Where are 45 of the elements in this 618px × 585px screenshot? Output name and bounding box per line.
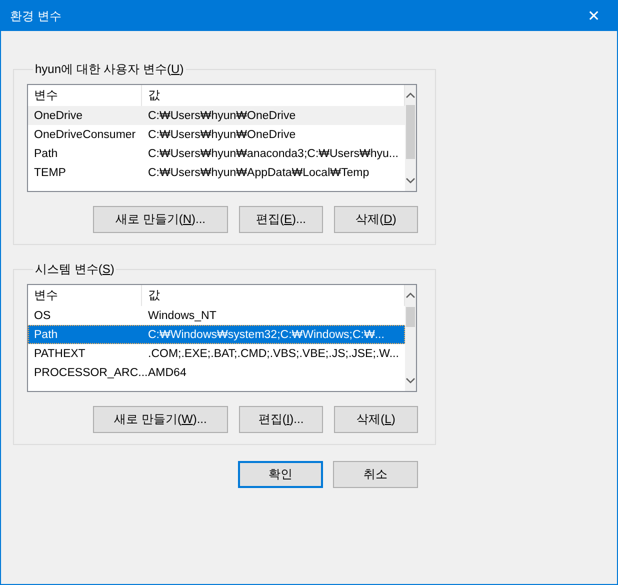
variable-name: Path: [33, 328, 59, 340]
group-title: 시스템 변수(S): [34, 261, 116, 278]
action-button[interactable]: 새로 만들기(N)...: [93, 206, 228, 233]
variable-name: TEMP: [33, 166, 67, 178]
action-button[interactable]: 편집(E)...: [239, 206, 323, 233]
variable-value: C:₩Users₩hyun₩OneDrive: [147, 128, 297, 140]
group-title: hyun에 대한 사용자 변수(U): [34, 61, 185, 78]
column-header[interactable]: 변수: [28, 285, 142, 306]
variable-name: PATHEXT: [33, 348, 86, 360]
variable-value: C:₩Users₩hyun₩anaconda3;C:₩Users₩hyu...: [147, 148, 400, 160]
list-row[interactable]: TEMP C:₩Users₩hyun₩AppData₩Local₩Temp: [28, 163, 405, 182]
window-title: 환경 변수: [10, 8, 62, 24]
variable-value: Windows_NT: [147, 310, 218, 322]
scroll-down-icon[interactable]: [406, 378, 415, 384]
scroll-down-icon[interactable]: [406, 178, 415, 184]
action-button[interactable]: 편집(I)...: [239, 406, 323, 433]
list-row[interactable]: PROCESSOR_ARC...AMD64: [28, 363, 405, 382]
variable-value: C:₩Users₩hyun₩AppData₩Local₩Temp: [147, 166, 370, 178]
variable-name: OS: [33, 310, 52, 322]
variable-value: C:₩Users₩hyun₩OneDrive: [147, 110, 297, 122]
scrollbar[interactable]: [404, 285, 416, 391]
variable-list[interactable]: 변수 값 OneDrive C:₩Users₩hyun₩OneDrive OneDriveConsumer C:₩Users₩hyun₩OneDrive Path C:₩Users₩hyun₩anaconda3;C:₩Users₩hyu... TEMP C:₩Users₩hyun₩AppData₩Local₩Temp: [27, 84, 417, 192]
action-button[interactable]: 삭제(D): [334, 206, 418, 233]
variable-name: OneDriveConsumer: [33, 128, 137, 140]
cancel-button[interactable]: 취소: [333, 461, 418, 488]
scroll-up-icon[interactable]: [406, 92, 415, 98]
list-row[interactable]: OneDrive C:₩Users₩hyun₩OneDrive: [28, 106, 405, 125]
variable-value: .COM;.EXE;.BAT;.CMD;.VBS;.VBE;.JS;.JSE;.W...: [147, 348, 400, 360]
scroll-thumb[interactable]: [406, 307, 415, 327]
list-row[interactable]: Path C:₩Windows₩system32;C:₩Windows;C:₩...: [28, 325, 405, 344]
action-button[interactable]: 새로 만들기(W)...: [93, 406, 228, 433]
scroll-thumb[interactable]: [406, 105, 415, 159]
variable-list[interactable]: 변수 값 OS Windows_NT Path C:₩Windows₩system32;C:₩Windows;C:₩... PATHEXT .COM;.EXE;.BAT;.CMD;.VBS;.VBE;.JS;.JSE;.W... PROCESSOR_ARC...AMD64: [27, 284, 417, 392]
list-row[interactable]: PATHEXT .COM;.EXE;.BAT;.CMD;.VBS;.VBE;.JS;.JSE;.W...: [28, 344, 405, 363]
variable-name: OneDrive: [33, 110, 84, 122]
close-button[interactable]: ✕: [571, 1, 617, 31]
ok-button[interactable]: 확인: [238, 461, 323, 488]
list-row[interactable]: OneDriveConsumer C:₩Users₩hyun₩OneDrive: [28, 125, 405, 144]
scroll-up-icon[interactable]: [406, 292, 415, 298]
variable-name: Path: [33, 148, 59, 160]
variable-value: C:₩Windows₩system32;C:₩Windows;C:₩...: [147, 328, 386, 340]
action-button[interactable]: 삭제(L): [334, 406, 418, 433]
scrollbar[interactable]: [404, 85, 416, 191]
list-row[interactable]: Path C:₩Users₩hyun₩anaconda3;C:₩Users₩hyu...: [28, 144, 405, 163]
list-row[interactable]: OS Windows_NT: [28, 306, 405, 325]
